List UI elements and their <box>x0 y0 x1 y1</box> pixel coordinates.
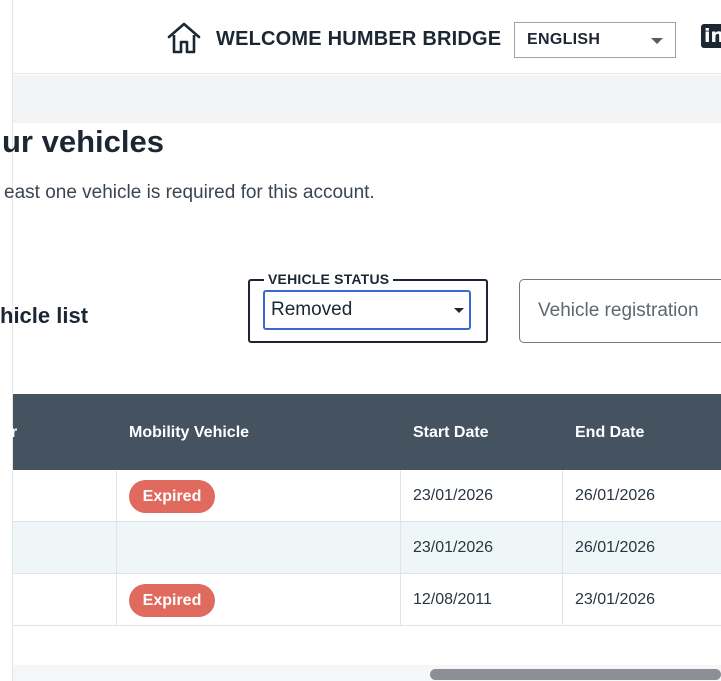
table-row: Expired 12/08/2011 23/01/2026 <box>13 574 721 626</box>
cell-divider <box>116 470 117 522</box>
vehicle-status-select[interactable]: Removed <box>263 290 471 330</box>
vehicle-table: r Mobility Vehicle Start Date End Date E… <box>11 394 721 626</box>
table-row: Expired 23/01/2026 26/01/2026 <box>13 470 721 522</box>
page-title: ur vehicles <box>2 124 164 159</box>
cell-divider <box>400 470 401 522</box>
cell-divider <box>400 574 401 626</box>
chevron-down-icon <box>651 38 663 44</box>
vehicle-list-title: hicle list <box>0 303 89 328</box>
cell-divider <box>400 522 401 574</box>
table-header: r Mobility Vehicle Start Date End Date <box>11 394 721 470</box>
cell-divider <box>116 574 117 626</box>
column-header-partial[interactable]: r <box>11 424 17 442</box>
status-badge: Expired <box>129 480 215 513</box>
end-date-cell: 23/01/2026 <box>575 591 656 608</box>
start-date-cell: 12/08/2011 <box>413 591 492 608</box>
site-header: WELCOME HUMBER BRIDGE ENGLISH in <box>13 0 721 74</box>
vehicle-status-label: VEHICLE STATUS <box>264 271 394 287</box>
column-header-mobility[interactable]: Mobility Vehicle <box>129 424 249 442</box>
home-icon[interactable] <box>166 22 202 54</box>
column-header-end-date[interactable]: End Date <box>575 424 644 442</box>
language-select[interactable]: ENGLISH <box>514 22 676 58</box>
grey-band <box>13 75 721 123</box>
end-date-cell: 26/01/2026 <box>575 539 656 556</box>
page-subtitle: east one vehicle is required for this ac… <box>4 182 375 203</box>
language-value: ENGLISH <box>527 31 601 48</box>
start-date-cell: 23/01/2026 <box>413 487 494 504</box>
cell-divider <box>562 574 563 626</box>
column-header-start-date[interactable]: Start Date <box>413 424 489 442</box>
status-badge: Expired <box>129 584 215 617</box>
horizontal-scrollbar-thumb[interactable] <box>430 669 721 680</box>
cell-divider <box>562 470 563 522</box>
linkedin-glyph: in <box>704 25 721 47</box>
vehicle-status-value: Removed <box>271 299 353 320</box>
linkedin-icon[interactable]: in <box>701 24 721 48</box>
end-date-cell: 26/01/2026 <box>575 487 656 504</box>
welcome-text: WELCOME HUMBER BRIDGE <box>216 28 502 50</box>
table-row: 23/01/2026 26/01/2026 <box>13 522 721 574</box>
chevron-down-icon <box>454 308 464 313</box>
vehicle-registration-input[interactable] <box>519 279 721 343</box>
cell-divider <box>562 522 563 574</box>
start-date-cell: 23/01/2026 <box>413 539 494 556</box>
cell-divider <box>116 522 117 574</box>
